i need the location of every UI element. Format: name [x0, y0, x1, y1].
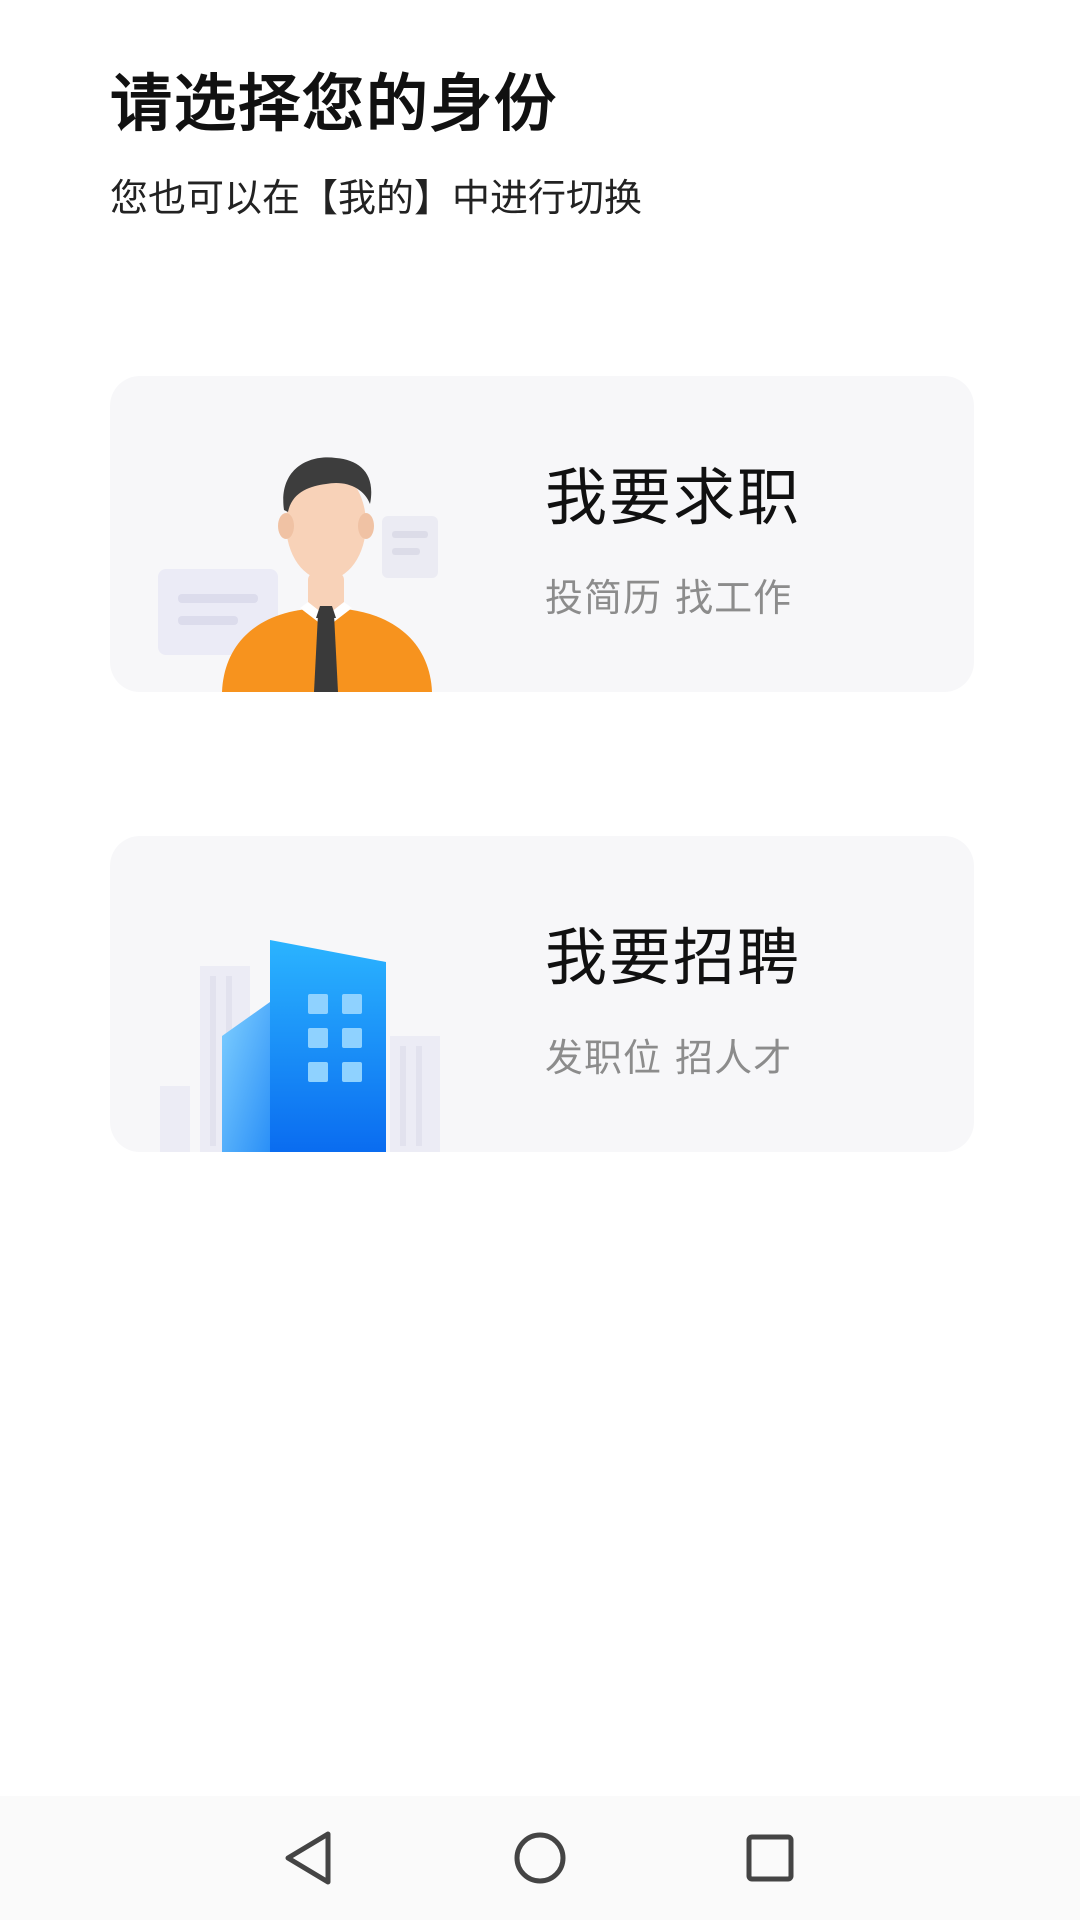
job-seeker-illustration — [158, 457, 438, 692]
job-seeker-title: 我要求职 — [545, 461, 802, 534]
circle-home-icon[interactable] — [500, 1818, 580, 1898]
triangle-back-icon[interactable] — [270, 1818, 350, 1898]
page-title: 请选择您的身份 — [110, 67, 559, 140]
office-building-illustration — [160, 940, 440, 1152]
recruiter-title: 我要招聘 — [545, 921, 802, 994]
recruiter-description: 发职位 招人才 — [545, 1036, 793, 1080]
square-recent-icon[interactable] — [730, 1818, 810, 1898]
job-seeker-description: 投简历 找工作 — [545, 576, 793, 620]
system-navigation-bar — [0, 1796, 1080, 1920]
job-seeker-option-card[interactable]: 我要求职 投简历 找工作 — [110, 376, 974, 692]
recruiter-option-card[interactable]: 我要招聘 发职位 招人才 — [110, 836, 974, 1152]
identity-select-screen: 请选择您的身份 您也可以在【我的】中进行切换 我要求职 投简历 找工作 我要招聘… — [0, 0, 1080, 1920]
page-subtitle: 您也可以在【我的】中进行切换 — [110, 176, 643, 220]
